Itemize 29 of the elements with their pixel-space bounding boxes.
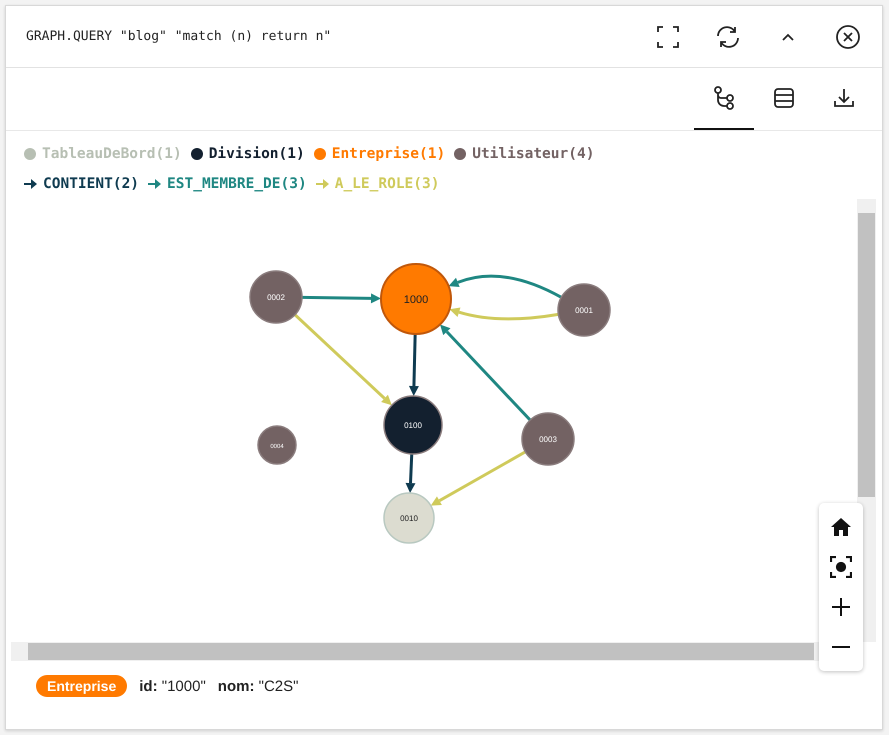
relationship-label[interactable]: CONTIENT(2) [43, 176, 140, 192]
table-icon [773, 87, 795, 109]
close-icon [835, 24, 861, 50]
graph-icon [713, 86, 735, 110]
label-badge: Entreprise [36, 675, 128, 697]
minus-icon [832, 645, 850, 649]
download-icon [833, 87, 855, 109]
home-icon [830, 517, 852, 537]
property-value: "C2S" [258, 678, 298, 694]
property-key: id: [139, 678, 158, 694]
scrollbar-thumb[interactable] [858, 213, 875, 497]
refresh-icon [715, 24, 741, 48]
scrollbar-thumb[interactable] [28, 643, 814, 660]
query-text: GRAPH.QUERY "blog" "match (n) return n" [26, 29, 332, 44]
graph-node[interactable]: 0003 [521, 412, 575, 466]
graph-node[interactable]: 0010 [383, 492, 435, 544]
focus-icon [830, 556, 852, 578]
graph-node[interactable]: 1000 [380, 263, 452, 335]
relationship-label[interactable]: EST_MEMBRE_DE(3) [167, 176, 307, 192]
property-value: "1000" [162, 678, 206, 694]
legend-label[interactable]: Utilisateur(4) [472, 146, 594, 162]
property-key: nom: [218, 678, 254, 694]
graph-node[interactable]: 0001 [557, 283, 611, 337]
legend-label[interactable]: Division(1) [208, 146, 305, 162]
graph-node[interactable]: 0100 [383, 395, 443, 455]
fullscreen-icon [657, 26, 679, 48]
graph-node[interactable]: 0002 [249, 270, 303, 324]
plus-icon [832, 598, 850, 616]
chevron-up-icon [781, 32, 795, 40]
